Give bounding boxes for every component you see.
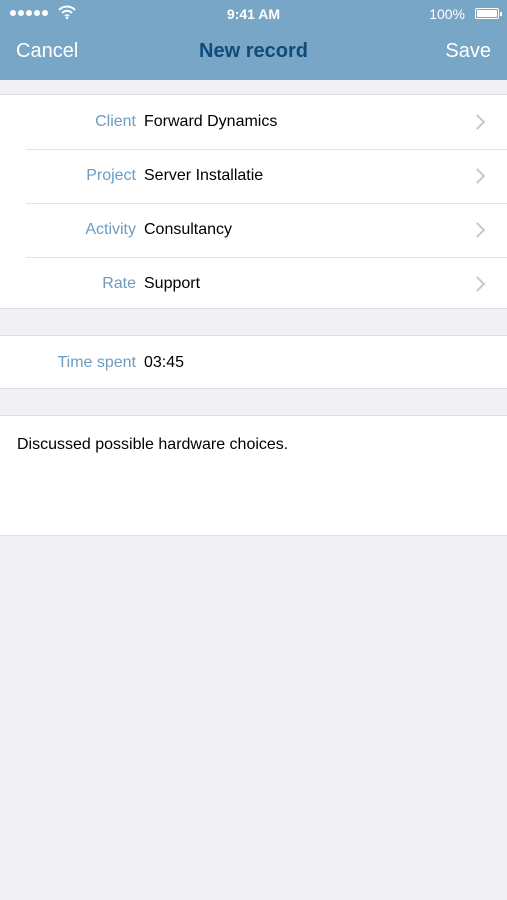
rate-row[interactable]: Rate Support xyxy=(0,257,507,311)
time-spent-label: Time spent xyxy=(57,354,136,371)
time-spent-group: Time spent 03:45 xyxy=(0,335,507,389)
chevron-right-icon xyxy=(469,114,486,130)
chevron-right-icon xyxy=(469,168,486,184)
save-button[interactable]: Save xyxy=(445,40,491,63)
chevron-right-icon xyxy=(469,276,486,292)
activity-label: Activity xyxy=(85,221,136,238)
notes-field[interactable]: Discussed possible hardware choices. xyxy=(17,436,288,454)
time-spent-value[interactable]: 03:45 xyxy=(144,354,184,372)
client-value: Forward Dynamics xyxy=(144,113,278,130)
rate-value: Support xyxy=(144,275,201,292)
activity-row[interactable]: Activity Consultancy xyxy=(0,203,507,257)
notes-group: Discussed possible hardware choices. xyxy=(0,415,507,536)
chevron-right-icon xyxy=(469,222,486,238)
navigation-bar: 9:41 AM 100% Cancel New record Save xyxy=(0,0,507,80)
record-details-group: Client Forward Dynamics Project Server I… xyxy=(0,94,507,309)
rate-label: Rate xyxy=(102,275,136,292)
project-value: Server Installatie xyxy=(144,167,264,184)
client-row[interactable]: Client Forward Dynamics xyxy=(0,95,507,149)
activity-value: Consultancy xyxy=(144,221,233,238)
project-label: Project xyxy=(86,167,136,184)
battery-percentage: 100% xyxy=(429,6,465,22)
project-row[interactable]: Project Server Installatie xyxy=(0,149,507,203)
status-bar: 9:41 AM 100% xyxy=(0,0,507,28)
page-title: New record xyxy=(199,40,308,62)
time-spent-row[interactable]: Time spent 03:45 xyxy=(0,336,507,390)
battery-icon xyxy=(475,8,502,19)
client-label: Client xyxy=(95,113,136,130)
